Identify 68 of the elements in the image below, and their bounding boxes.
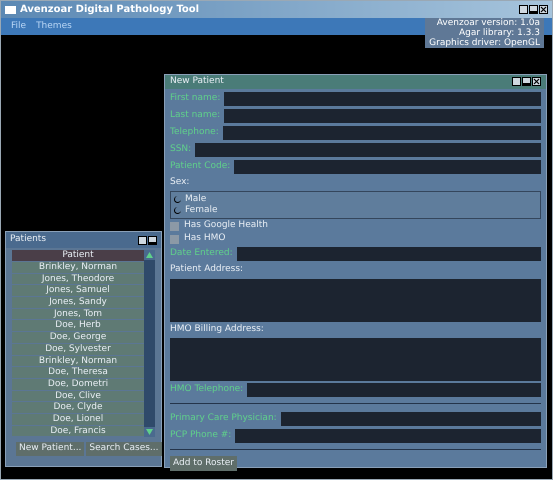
field-label: Primary Care Physician:: [170, 412, 277, 426]
input-field[interactable]: [234, 160, 541, 174]
table-row[interactable]: Jones, Tom: [12, 308, 144, 320]
table-row[interactable]: Brinkley, Norman: [12, 356, 144, 366]
checkbox-label[interactable]: Has Google Health: [184, 219, 268, 233]
input-field[interactable]: [222, 126, 541, 140]
close-icon[interactable]: [532, 77, 541, 86]
field-label: HMO Billing Address:: [170, 322, 265, 336]
radio-label[interactable]: Female: [185, 204, 218, 218]
field-label: Date Entered:: [170, 247, 233, 260]
table-row[interactable]: Doe, Clive: [12, 390, 144, 402]
table-row[interactable]: Brinkley, Norman: [12, 262, 144, 273]
about-text: Avenzoar version: 1.0a: [436, 18, 540, 28]
window-button[interactable]: New Patient...: [16, 442, 84, 456]
field-label: HMO Telephone:: [170, 383, 244, 396]
table-row[interactable]: Doe, Clyde: [12, 402, 144, 413]
menu-item[interactable]: File: [11, 20, 26, 34]
input-field[interactable]: [236, 247, 541, 261]
table-row[interactable]: Jones, Theodore: [12, 274, 144, 284]
input-field[interactable]: [280, 412, 541, 426]
menu-item[interactable]: Themes: [36, 20, 72, 34]
input-field[interactable]: [224, 108, 541, 122]
field-label: Telephone:: [170, 126, 219, 139]
maximize-icon[interactable]: [519, 5, 528, 14]
field-label: Patient Address:: [170, 263, 244, 276]
input-field[interactable]: [235, 429, 541, 443]
table-row[interactable]: Doe, George: [12, 332, 144, 343]
table-row[interactable]: Jones, Sandy: [12, 297, 144, 308]
table-row[interactable]: Doe, Francis: [12, 426, 144, 436]
field-label: First name:: [170, 92, 220, 105]
column-header[interactable]: Patient: [12, 250, 144, 261]
radio-icon[interactable]: [174, 196, 181, 203]
window-title: New Patient: [170, 75, 225, 88]
radio-label[interactable]: Male: [185, 192, 206, 206]
about-text: Graphics driver: OpenGL: [429, 38, 540, 48]
field-label: PCP Phone #:: [170, 429, 232, 442]
table-row[interactable]: Doe, Theresa: [12, 367, 144, 378]
input-field[interactable]: [195, 142, 541, 156]
table-row[interactable]: Jones, Samuel: [12, 285, 144, 296]
field-label: Sex:: [170, 176, 190, 188]
minimize-icon[interactable]: [529, 5, 538, 14]
app-icon: [5, 6, 16, 14]
checkbox[interactable]: [170, 222, 179, 230]
scroll-up-icon[interactable]: [144, 250, 155, 260]
maximize-icon[interactable]: [512, 77, 521, 86]
input-field[interactable]: [224, 92, 541, 106]
scroll-down-icon[interactable]: [144, 427, 155, 437]
field-label: SSN:: [170, 142, 192, 156]
field-label: Last name:: [170, 108, 220, 122]
checkbox-label[interactable]: Has HMO: [184, 232, 226, 246]
window-button[interactable]: Search Cases...: [86, 442, 162, 456]
minimize-icon[interactable]: [522, 77, 531, 86]
table-row[interactable]: Doe, Lionel: [12, 414, 144, 425]
minimize-icon[interactable]: [148, 236, 157, 244]
window-title: Avenzoar Digital Pathology Tool: [20, 3, 200, 17]
scrollbar[interactable]: [144, 250, 155, 437]
table-row[interactable]: Doe, Sylvester: [12, 344, 144, 354]
input-field[interactable]: [247, 383, 541, 397]
table-row[interactable]: Doe, Dometri: [12, 378, 144, 390]
checkbox[interactable]: [170, 234, 179, 244]
add-to-roster-button[interactable]: Add to Roster: [170, 456, 237, 471]
field-label: Patient Code:: [170, 160, 230, 173]
maximize-icon[interactable]: [138, 236, 147, 244]
window-title: Patients: [10, 233, 48, 246]
about-text: Agar library: 1.3.3: [458, 28, 540, 38]
close-icon[interactable]: [539, 5, 548, 14]
table-row[interactable]: Doe, Herb: [12, 320, 144, 332]
radio-icon[interactable]: [174, 207, 181, 214]
